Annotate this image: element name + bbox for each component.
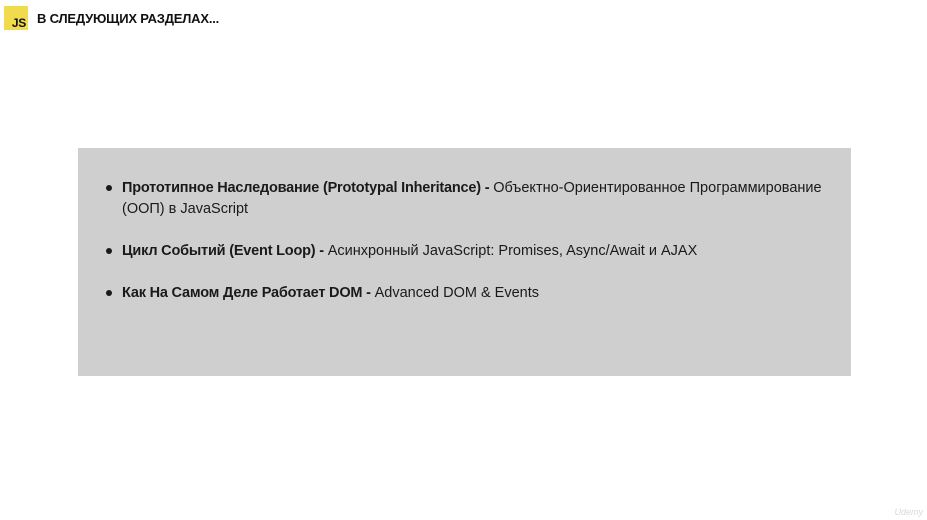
topic-title: Прототипное Наследование (Prototypal Inh… bbox=[122, 180, 494, 196]
topic-item-prototypal-inheritance: Прототипное Наследование (Prototypal Inh… bbox=[106, 178, 827, 220]
topic-item-event-loop: Цикл Событий (Event Loop) - Асинхронный … bbox=[106, 241, 827, 262]
topic-title: Как На Самом Деле Работает DOM - bbox=[122, 285, 375, 301]
topic-description: Асинхронный JavaScript: Promises, Async/… bbox=[327, 243, 698, 259]
js-logo-icon: JS bbox=[4, 6, 28, 30]
bullet-icon bbox=[106, 185, 112, 191]
slide-header: JS В СЛЕДУЮЩИХ РАЗДЕЛАХ... bbox=[4, 6, 219, 30]
bullet-icon bbox=[106, 248, 112, 254]
topic-description: Advanced DOM & Events bbox=[374, 285, 539, 301]
js-logo-text: JS bbox=[11, 16, 26, 30]
topics-panel: Прототипное Наследование (Prototypal Inh… bbox=[78, 148, 851, 376]
topics-list: Прототипное Наследование (Prototypal Inh… bbox=[106, 178, 827, 304]
bullet-icon bbox=[106, 290, 112, 296]
topic-item-dom: Как На Самом Деле Работает DOM - Advance… bbox=[106, 283, 827, 304]
slide-title: В СЛЕДУЮЩИХ РАЗДЕЛАХ... bbox=[37, 10, 220, 26]
udemy-watermark: Udemy bbox=[894, 507, 923, 517]
topic-title: Цикл Событий (Event Loop) - bbox=[122, 243, 328, 259]
